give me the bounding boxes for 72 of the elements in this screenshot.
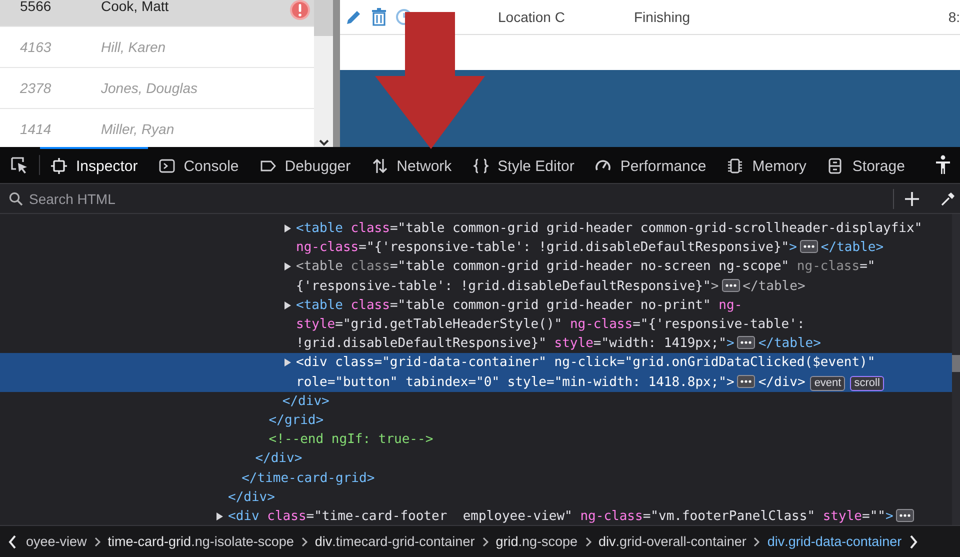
plus-icon[interactable] <box>904 190 920 206</box>
breadcrumb-item[interactable]: grid.ng-scope <box>494 534 579 549</box>
node-badge[interactable]: event <box>810 376 846 391</box>
search-field[interactable]: Search HTML <box>29 190 329 206</box>
console-icon <box>158 158 175 174</box>
markup-line[interactable]: <div class="time-card-footer employee-view" ng-class="vm.footerPanelClass" style=""> <box>228 507 946 525</box>
markup-line[interactable]: <table class="table common-grid grid-header no-screen ng-scope" ng-class=" {'responsive-table': !grid.disableDefaultResponsive}"> </table> <box>296 257 946 296</box>
up-down-arrows-icon <box>372 158 388 174</box>
markup-line[interactable]: <table class="table common-grid grid-header no-print" ng-style="grid.getTableHeaderStyle()" ng-class="{'responsive-table': !grid.disableDefaultResponsive}" style="width: 1419px;"> </table> <box>296 296 946 354</box>
collapsed-content-icon[interactable] <box>722 278 740 292</box>
devtools-tab[interactable]: Network <box>360 147 462 183</box>
expand-triangle-icon[interactable] <box>283 262 292 272</box>
cabinet-icon <box>827 158 844 174</box>
operation-cell-text: Finishing <box>634 9 692 25</box>
tag-icon <box>260 158 276 174</box>
chevron-right-icon[interactable] <box>908 534 919 550</box>
employee-name: Miller, Ryan <box>101 121 174 137</box>
breadcrumb-item[interactable]: div.grid-overall-container <box>598 534 748 549</box>
location-cell-text: Location C <box>498 9 566 25</box>
markup-line[interactable]: </div> <box>255 449 946 469</box>
employee-id: 1414 <box>19 121 52 137</box>
markup-line[interactable]: <!--end ngIf: true--> <box>268 430 946 450</box>
expand-triangle-icon[interactable] <box>283 358 292 368</box>
devtools-tab[interactable]: Debugger <box>248 147 361 183</box>
collapsed-content-icon[interactable] <box>800 240 818 254</box>
devtools-tab[interactable]: Style Editor <box>462 147 584 183</box>
collapsed-content-icon[interactable] <box>737 336 756 350</box>
chevron-down-icon[interactable] <box>318 139 328 147</box>
devtools-tab[interactable]: Console <box>148 147 249 183</box>
employee-id: 4163 <box>19 39 52 55</box>
markup-line[interactable]: </div> <box>282 392 946 412</box>
chevron-right-icon <box>584 536 592 546</box>
grid-row[interactable]: 5566 Cook, Matt <box>0 0 314 27</box>
chevron-right-icon <box>300 536 308 546</box>
markup-line[interactable]: </div> <box>228 488 946 508</box>
breadcrumb-item[interactable]: time-card-grid.ng-isolate-scope <box>106 534 295 549</box>
collapsed-content-icon[interactable] <box>737 374 756 388</box>
employee-name: Hill, Karen <box>101 39 166 55</box>
markup-line[interactable]: <table class="table common-grid grid-header common-grid-scrollheader-displayfix" ng-class="{'responsive-table': !grid.disableDefaultResponsive}"> </table> <box>296 219 946 258</box>
node-badge[interactable]: scroll <box>850 376 884 391</box>
devtools-tab[interactable]: Performance <box>584 147 716 183</box>
accessibility-icon[interactable] <box>935 155 951 175</box>
markup-line[interactable]: </time-card-grid> <box>242 468 946 488</box>
markup-line[interactable]: </grid> <box>268 411 946 430</box>
employee-id: 5566 <box>19 0 52 14</box>
expand-triangle-icon[interactable] <box>283 300 292 310</box>
employee-id: 2378 <box>19 80 52 96</box>
search-icon <box>9 192 23 206</box>
chip-icon <box>727 158 744 174</box>
chevron-right-icon <box>482 536 489 546</box>
devtools-tab[interactable]: Storage <box>816 147 915 183</box>
expand-triangle-icon[interactable] <box>283 224 292 233</box>
chevron-left-icon[interactable] <box>7 534 17 550</box>
inspector-icon <box>51 158 67 174</box>
element-picker-icon[interactable] <box>9 155 29 175</box>
braces-icon <box>472 158 489 174</box>
employee-name: Cook, Matt <box>101 0 169 14</box>
breadcrumb-item[interactable]: oyee-view <box>25 534 88 549</box>
trash-icon[interactable] <box>371 8 387 26</box>
breadcrumb-item[interactable]: div.timecard-grid-container <box>314 534 476 549</box>
expand-triangle-icon[interactable] <box>215 512 224 522</box>
table-cell: 8: <box>948 9 960 25</box>
scrollbar-thumb[interactable] <box>314 0 333 36</box>
collapsed-content-icon[interactable] <box>896 509 914 522</box>
devtools-tab[interactable]: Memory <box>716 147 816 183</box>
chevron-right-icon <box>94 536 101 546</box>
eyedropper-icon[interactable] <box>940 190 956 206</box>
pencil-icon[interactable] <box>345 8 363 26</box>
breadcrumb-item[interactable]: div.grid-data-container <box>766 534 903 549</box>
scrollbar-thumb[interactable] <box>952 355 960 372</box>
employee-name: Jones, Douglas <box>101 80 198 96</box>
chevron-right-icon <box>753 536 760 546</box>
